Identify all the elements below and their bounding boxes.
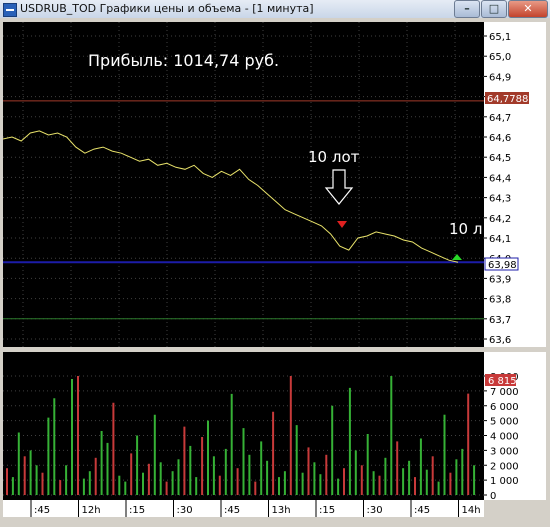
price-tick-label: 63,7 — [489, 315, 511, 326]
chart-canvas[interactable]: 65,165,064,964,864,764,664,564,464,364,2… — [0, 18, 550, 527]
panel-splitter[interactable] — [0, 347, 550, 352]
price-tick-label: 64,6 — [489, 133, 511, 144]
time-tick-label: :30 — [177, 505, 193, 516]
app-chart-icon — [3, 3, 17, 17]
volume-tick-label: 5 000 — [490, 417, 519, 428]
price-tick-label: 64,4 — [489, 173, 511, 184]
volume-axis: 8 0007 0006 0005 0004 0003 0002 0001 000… — [484, 372, 519, 502]
lot-label-buy: 10 л — [449, 220, 482, 238]
volume-tick-label: 0 — [490, 491, 496, 502]
close-button[interactable]: ✕ — [508, 0, 548, 18]
window-title: USDRUB_TOD Графики цены и объема - [1 ми… — [20, 2, 314, 15]
time-tick-label: 12h — [82, 505, 101, 516]
time-tick-label: :45 — [34, 505, 50, 516]
price-tick-label: 64,9 — [489, 72, 511, 83]
volume-tick-label: 3 000 — [490, 446, 519, 457]
price-tick-label: 64,2 — [489, 214, 511, 225]
price-tick-label: 64,7 — [489, 113, 511, 124]
volume-tick-label: 2 000 — [490, 461, 519, 472]
profit-annotation: Прибыль: 1014,74 руб. — [88, 51, 279, 70]
maximize-button[interactable]: □ — [481, 0, 507, 18]
price-tick-label: 65,1 — [489, 32, 511, 43]
time-tick-label: :45 — [414, 505, 430, 516]
red-level-value: 64,7788 — [487, 94, 528, 105]
chart-window: 65,165,064,964,864,764,664,564,464,364,2… — [0, 18, 550, 527]
price-tick-label: 64,3 — [489, 194, 511, 205]
blue-level-value: 63,98 — [488, 260, 517, 271]
lot-label-sell: 10 лот — [308, 148, 360, 166]
window-title-bar[interactable]: USDRUB_TOD Графики цены и объема - [1 ми… — [0, 0, 550, 19]
price-tick-label: 64,5 — [489, 153, 511, 164]
volume-tick-label: 4 000 — [490, 432, 519, 443]
minimize-button[interactable]: – — [454, 0, 480, 18]
time-tick-label: 14h — [462, 505, 481, 516]
price-tick-label: 63,8 — [489, 295, 511, 306]
volume-tick-label: 7 000 — [490, 387, 519, 398]
price-tick-label: 64,1 — [489, 234, 511, 245]
time-tick-label: :15 — [319, 505, 335, 516]
volume-last-value: 6 815 — [488, 376, 517, 387]
time-tick-label: :15 — [129, 505, 145, 516]
price-tick-label: 63,6 — [489, 335, 511, 346]
price-tick-label: 63,9 — [489, 274, 511, 285]
volume-tick-label: 6 000 — [490, 402, 519, 413]
time-tick-label: 13h — [272, 505, 291, 516]
time-tick-label: :45 — [224, 505, 240, 516]
time-tick-label: :30 — [367, 505, 383, 516]
time-axis-bg — [3, 500, 484, 517]
price-tick-label: 65,0 — [489, 52, 511, 63]
volume-tick-label: 1 000 — [490, 476, 519, 487]
